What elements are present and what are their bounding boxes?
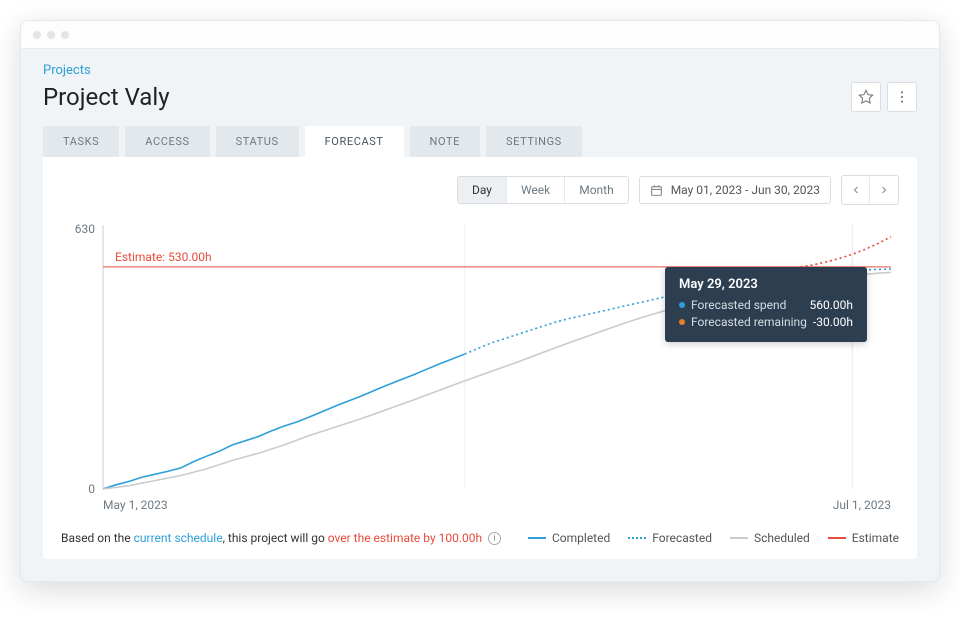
daterange-group: May 01, 2023 - Jun 30, 2023 [639, 176, 831, 204]
app-window: Projects Project Valy TASKSACCESSSTATUSF… [20, 20, 940, 582]
page-title: Project Valy [43, 83, 170, 111]
more-vertical-icon [894, 89, 910, 105]
info-icon[interactable]: i [488, 532, 501, 545]
chart-tooltip: May 29, 2023 Forecasted spend560.00h Fore… [665, 267, 867, 342]
estimate-label: Estimate: 530.00h [115, 250, 212, 264]
tab-bar: TASKSACCESSSTATUSFORECASTNOTESETTINGS [21, 112, 939, 157]
chart-legend: Completed Forecasted Scheduled Estimate [528, 531, 899, 545]
svg-text:630: 630 [75, 222, 95, 236]
chart-controls: DayWeekMonth May 01, 2023 - Jun 30, 2023 [61, 175, 899, 205]
next-range-button[interactable] [870, 176, 898, 204]
calendar-icon [650, 184, 663, 197]
svg-text:May 1, 2023: May 1, 2023 [103, 498, 168, 512]
insight-text: Based on the current schedule, this proj… [61, 531, 501, 545]
prev-range-button[interactable] [842, 176, 870, 204]
window-dot [61, 31, 69, 39]
tooltip-date: May 29, 2023 [679, 277, 853, 292]
window-dot [47, 31, 55, 39]
chevron-left-icon [850, 184, 862, 196]
date-range-picker[interactable]: May 01, 2023 - Jun 30, 2023 [640, 177, 830, 203]
tab-access[interactable]: ACCESS [125, 126, 209, 157]
over-estimate-text: over the estimate by 100.00h [328, 531, 482, 545]
titlebar [21, 21, 939, 49]
more-button[interactable] [887, 82, 917, 112]
forecast-panel: DayWeekMonth May 01, 2023 - Jun 30, 2023… [43, 157, 917, 559]
window-dot [33, 31, 41, 39]
granularity-day[interactable]: Day [458, 177, 507, 203]
tab-note[interactable]: NOTE [410, 126, 481, 157]
date-nav [841, 175, 899, 205]
chart-container: Estimate: 530.00h 630 0 May 1, 2023 Jul 1, 2… [61, 219, 899, 519]
tab-forecast[interactable]: FORECAST [305, 126, 404, 157]
tooltip-row: Forecasted remaining-30.00h [679, 315, 853, 329]
forecast-chart[interactable]: Estimate: 530.00h 630 0 May 1, 2023 Jul 1, 2… [61, 219, 901, 519]
svg-text:0: 0 [88, 482, 95, 496]
star-icon [858, 89, 874, 105]
star-button[interactable] [851, 82, 881, 112]
tooltip-row: Forecasted spend560.00h [679, 298, 853, 312]
svg-text:Jul 1, 2023: Jul 1, 2023 [833, 498, 891, 512]
chart-footer: Based on the current schedule, this proj… [61, 519, 899, 545]
header: Projects Project Valy [21, 49, 939, 112]
date-range-label: May 01, 2023 - Jun 30, 2023 [671, 183, 820, 197]
chevron-right-icon [878, 184, 890, 196]
current-schedule-link[interactable]: current schedule [134, 531, 223, 545]
breadcrumb-projects[interactable]: Projects [43, 63, 91, 78]
legend-scheduled: Scheduled [730, 531, 810, 545]
tab-status[interactable]: STATUS [216, 126, 299, 157]
granularity-group: DayWeekMonth [457, 176, 629, 204]
granularity-month[interactable]: Month [565, 177, 627, 203]
legend-estimate: Estimate [828, 531, 899, 545]
tab-tasks[interactable]: TASKS [43, 126, 119, 157]
tab-settings[interactable]: SETTINGS [486, 126, 582, 157]
granularity-week[interactable]: Week [507, 177, 565, 203]
legend-completed: Completed [528, 531, 610, 545]
legend-forecasted: Forecasted [628, 531, 712, 545]
